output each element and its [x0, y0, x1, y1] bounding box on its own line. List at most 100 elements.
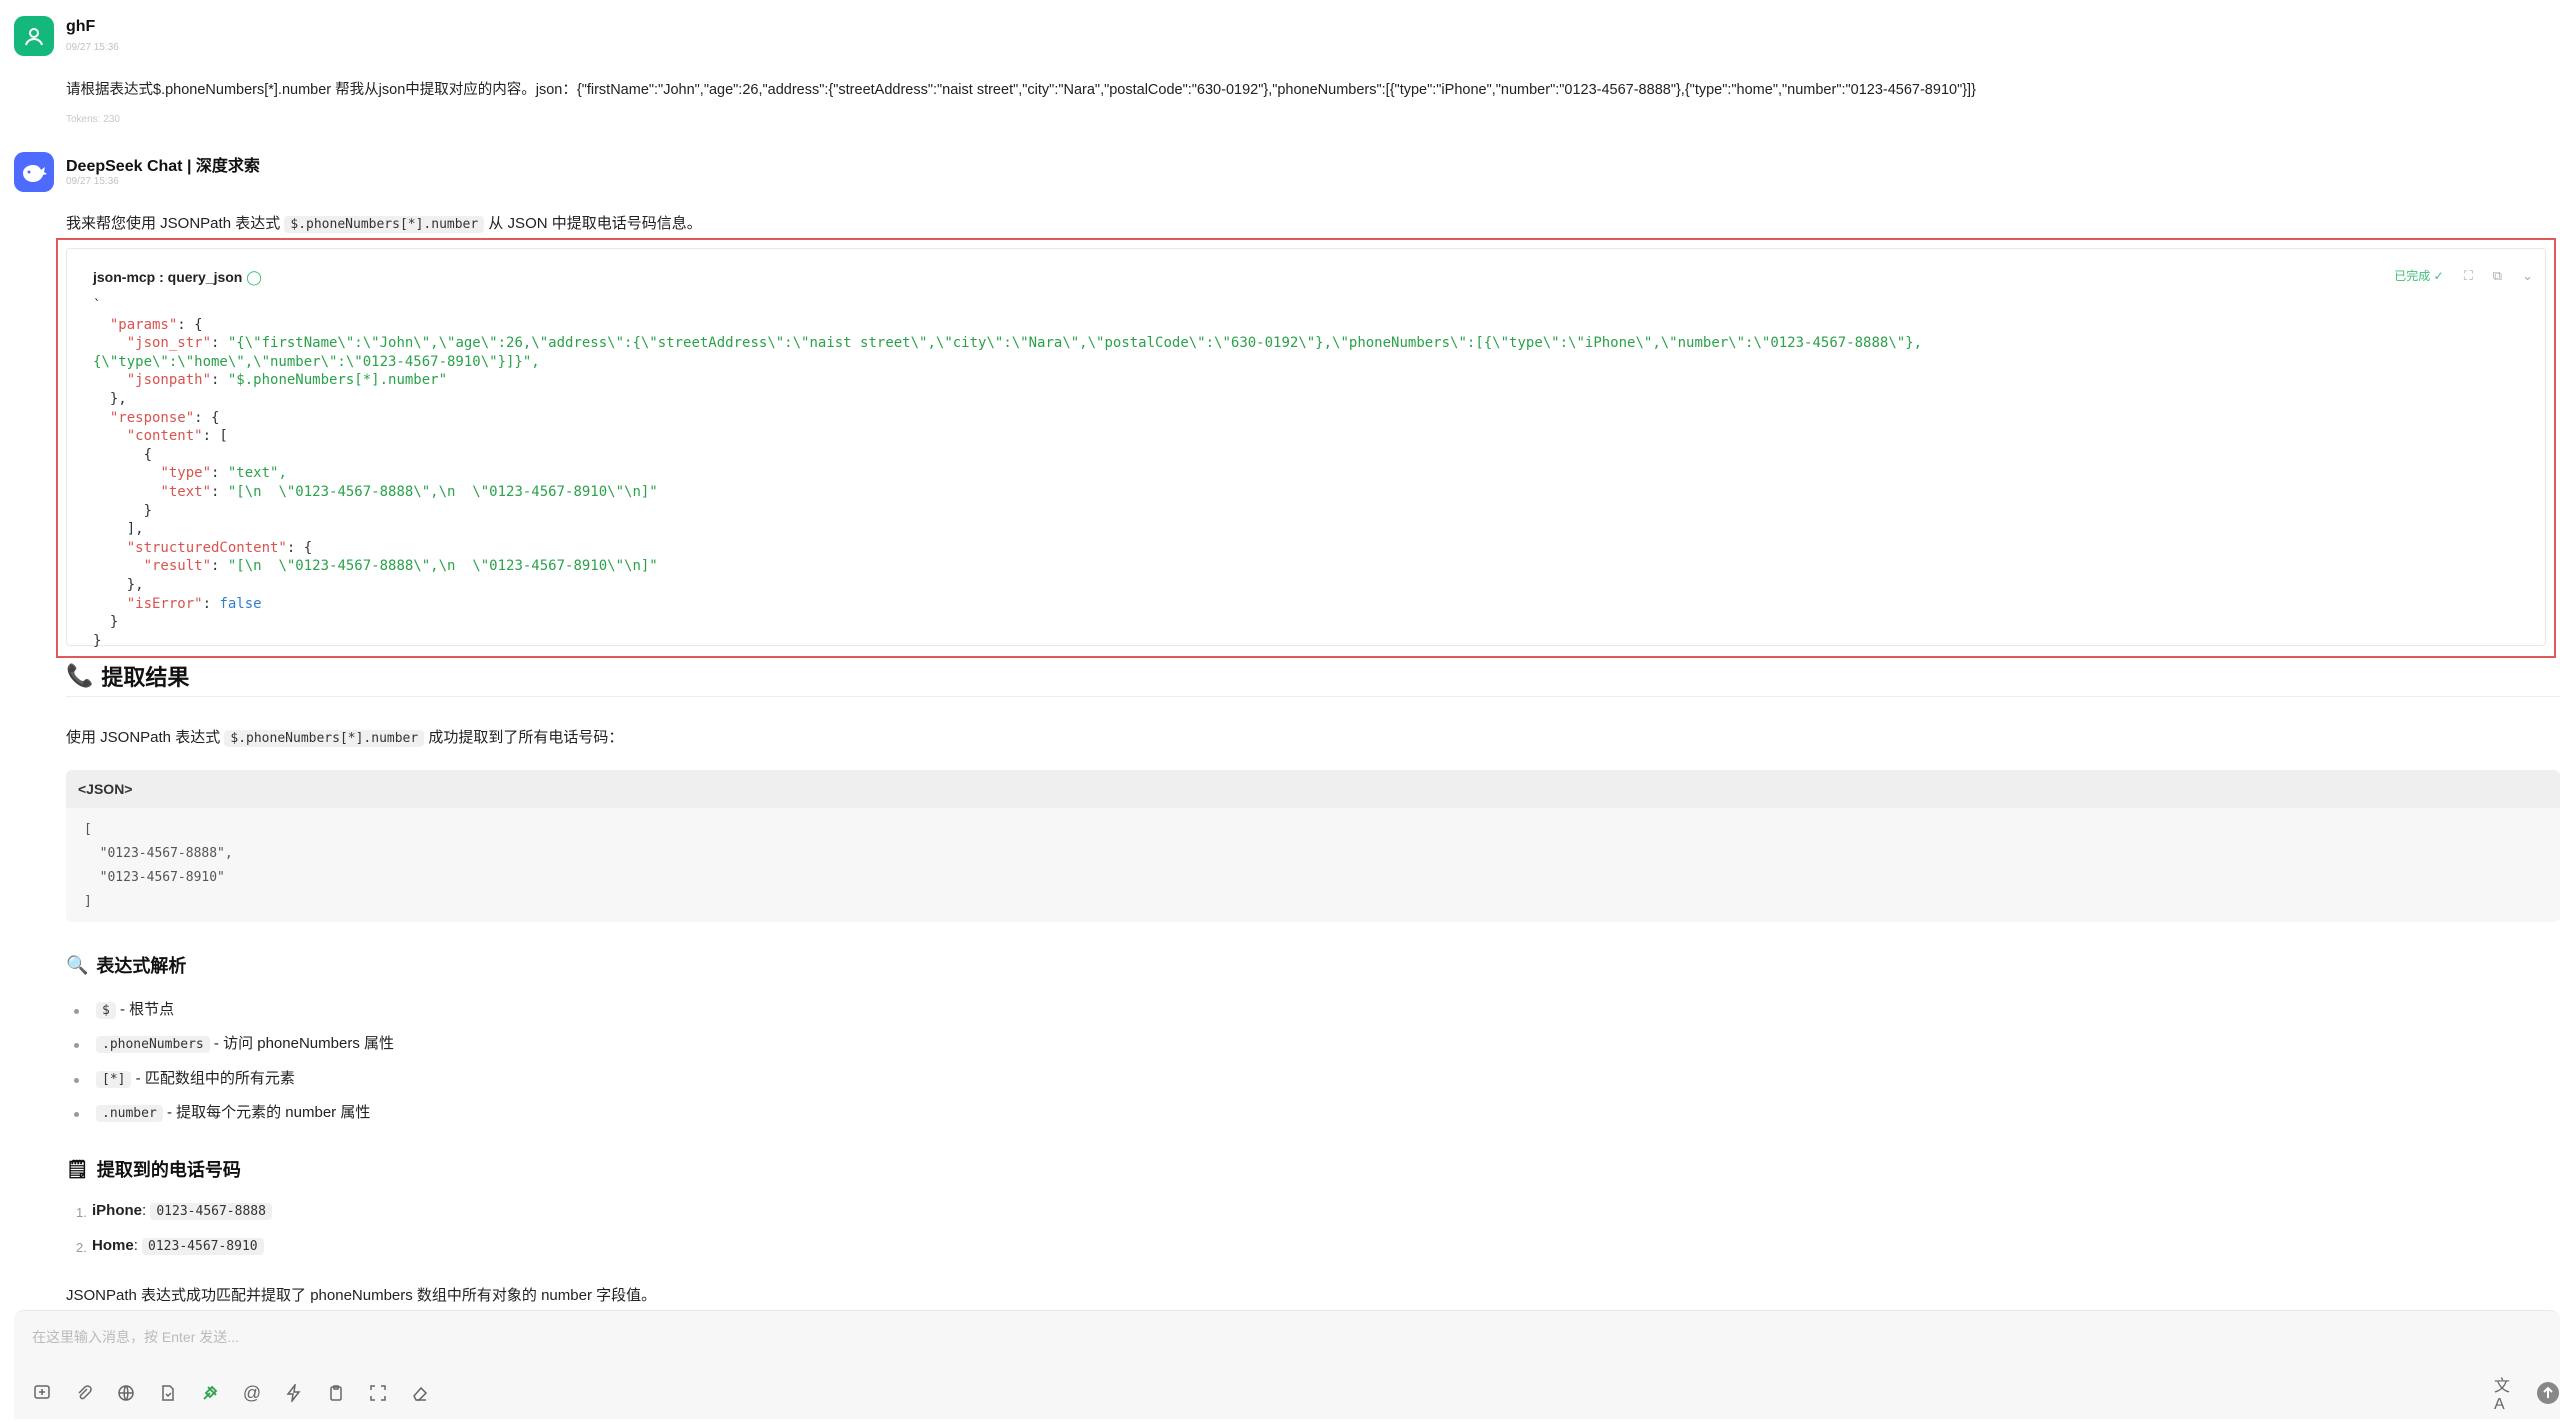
bot-name: DeepSeek Chat | 深度求索	[66, 158, 260, 175]
json-key: "response"	[109, 409, 195, 426]
mention-icon[interactable]: @	[240, 1381, 264, 1405]
bot-intro: 我来帮您使用 JSONPath 表达式 $.phoneNumbers[*].nu…	[66, 212, 702, 233]
clipboard-icon[interactable]	[324, 1381, 348, 1405]
whale-icon	[23, 165, 47, 182]
json-key: "type"	[160, 465, 212, 482]
analysis-heading: 🔍 表达式解析	[66, 952, 186, 978]
json-string: "{\"firstName\":\"John\",\"age\":26,\"ad…	[227, 335, 1923, 352]
phone-value: 0123-4567-8888	[150, 1203, 272, 1220]
document-icon[interactable]	[156, 1381, 180, 1405]
input-right-tools: 文A	[2494, 1378, 2560, 1413]
phone-value: 0123-4567-8910	[142, 1238, 264, 1255]
message-input-area: 在这里输入消息，按 Enter 发送... @ 文A	[14, 1310, 2560, 1419]
result-desc-after: 成功提取到了所有电话号码：	[428, 729, 624, 746]
magnifier-icon: 🔍	[66, 954, 89, 975]
result-desc-before: 使用 JSONPath 表达式	[66, 729, 221, 746]
list-item: $ - 根节点	[96, 998, 174, 1019]
tool-status-label: 已完成	[2394, 269, 2431, 283]
fullscreen-icon[interactable]	[366, 1381, 390, 1405]
list-item-text: - 提取每个元素的 number 属性	[166, 1104, 371, 1121]
numbers-heading: 🗒 提取到的电话号码	[66, 1156, 241, 1182]
list-item: Home: 0123-4567-8910	[92, 1237, 264, 1255]
bot-message-time: 09/27 15:36	[66, 176, 119, 187]
bot-intro-after: 从 JSON 中提取电话号码信息。	[488, 215, 702, 232]
phone-label: Home	[92, 1237, 134, 1254]
bullet	[74, 1009, 79, 1014]
tool-call-card: json-mcp : query_json ◯ 已完成 ✓ ⛶ ⧉ ⌄ ` "p…	[56, 238, 2556, 658]
check-circle-icon: ◯	[246, 269, 262, 285]
list-number: 1.	[76, 1205, 87, 1220]
mcp-tools-icon[interactable]	[198, 1381, 222, 1405]
bot-intro-before: 我来帮您使用 JSONPath 表达式	[66, 215, 281, 232]
tool-call-name: json-mcp : query_json	[93, 269, 243, 285]
json-key: "structuredContent"	[126, 539, 287, 556]
result-heading: 📞 提取结果	[66, 660, 189, 692]
json-string: "[\n \"0123-4567-8888\",\n \"0123-4567-8…	[227, 483, 658, 500]
attachment-icon[interactable]	[72, 1381, 96, 1405]
send-icon	[2537, 1382, 2559, 1404]
code-block-language: <JSON>	[78, 781, 133, 797]
list-item-code: .phoneNumbers	[96, 1036, 210, 1053]
bullet	[74, 1078, 79, 1083]
user-message-time: 09/27 15:36	[66, 42, 119, 53]
list-item-code: .number	[96, 1105, 163, 1122]
globe-icon[interactable]	[114, 1381, 138, 1405]
list-number: 2.	[76, 1240, 87, 1255]
chevron-down-icon[interactable]: ⌄	[2522, 268, 2533, 284]
phone-icon: 📞	[66, 663, 94, 688]
list-item-code: $	[96, 1002, 116, 1019]
bullet	[74, 1112, 79, 1117]
list-item-text: - 根节点	[120, 1001, 175, 1018]
json-boolean: false	[219, 595, 262, 612]
analysis-heading-text: 表达式解析	[96, 956, 187, 976]
json-key: "result"	[143, 558, 212, 575]
result-heading-text: 提取结果	[101, 665, 190, 690]
code-block-content: [ "0123-4567-8888", "0123-4567-8910" ]	[84, 822, 233, 909]
lightning-icon[interactable]	[282, 1381, 306, 1405]
list-item: .number - 提取每个元素的 number 属性	[96, 1101, 370, 1122]
eraser-icon[interactable]	[408, 1381, 432, 1405]
user-name: ghF	[66, 18, 96, 35]
result-desc-code: $.phoneNumbers[*].number	[224, 730, 425, 747]
send-button[interactable]	[2536, 1381, 2560, 1405]
bot-intro-code: $.phoneNumbers[*].number	[284, 216, 485, 233]
input-toolbar: @	[30, 1381, 432, 1405]
phone-label: iPhone	[92, 1202, 143, 1219]
divider	[66, 696, 2560, 697]
notepad-icon: 🗒	[66, 1158, 89, 1179]
tool-call-title: json-mcp : query_json ◯	[93, 269, 262, 286]
copy-icon[interactable]: ⧉	[2493, 268, 2502, 284]
result-description: 使用 JSONPath 表达式 $.phoneNumbers[*].number…	[66, 726, 623, 747]
json-key: "jsonpath"	[126, 372, 212, 389]
tool-call-actions: 已完成 ✓ ⛶ ⧉ ⌄	[2394, 267, 2533, 284]
user-message-text: 请根据表达式$.phoneNumbers[*].number 帮我从json中提…	[66, 82, 1976, 98]
user-icon	[25, 28, 43, 46]
list-item-text: - 访问 phoneNumbers 属性	[213, 1035, 394, 1052]
translate-icon[interactable]: 文A	[2494, 1378, 2518, 1413]
code-block-header: <JSON>	[66, 770, 2560, 808]
user-message-tokens: Tokens: 230	[66, 114, 120, 125]
user-avatar	[14, 16, 54, 56]
json-string: {\"type\":\"home\",\"number\":\"0123-456…	[93, 353, 540, 370]
message-input[interactable]: 在这里输入消息，按 Enter 发送...	[32, 1327, 239, 1347]
numbers-heading-text: 提取到的电话号码	[96, 1160, 241, 1180]
json-key: "isError"	[126, 595, 203, 612]
list-item: .phoneNumbers - 访问 phoneNumbers 属性	[96, 1032, 394, 1053]
list-item-text: - 匹配数组中的所有元素	[135, 1070, 295, 1087]
json-string: "$.phoneNumbers[*].number"	[227, 372, 448, 389]
tool-call-panel: json-mcp : query_json ◯ 已完成 ✓ ⛶ ⧉ ⌄ ` "p…	[66, 248, 2546, 649]
bot-avatar	[14, 152, 54, 192]
tool-call-json: ` "params": { "json_str": "{\"firstName\…	[93, 298, 1923, 649]
json-string: "text",	[227, 465, 287, 482]
new-topic-icon[interactable]	[30, 1381, 54, 1405]
json-string: "[\n \"0123-4567-8888\",\n \"0123-4567-8…	[227, 558, 658, 575]
list-item-code: [*]	[96, 1071, 132, 1088]
expand-icon[interactable]: ⛶	[2464, 268, 2473, 284]
tool-status: 已完成 ✓	[2394, 269, 2444, 283]
json-code-block: <JSON> [ "0123-4567-8888", "0123-4567-89…	[66, 770, 2560, 922]
list-item: [*] - 匹配数组中的所有元素	[96, 1067, 295, 1088]
json-key: "text"	[160, 483, 212, 500]
json-key: "params"	[109, 316, 178, 333]
summary-text: JSONPath 表达式成功匹配并提取了 phoneNumbers 数组中所有对…	[66, 1287, 657, 1304]
bullet	[74, 1043, 79, 1048]
